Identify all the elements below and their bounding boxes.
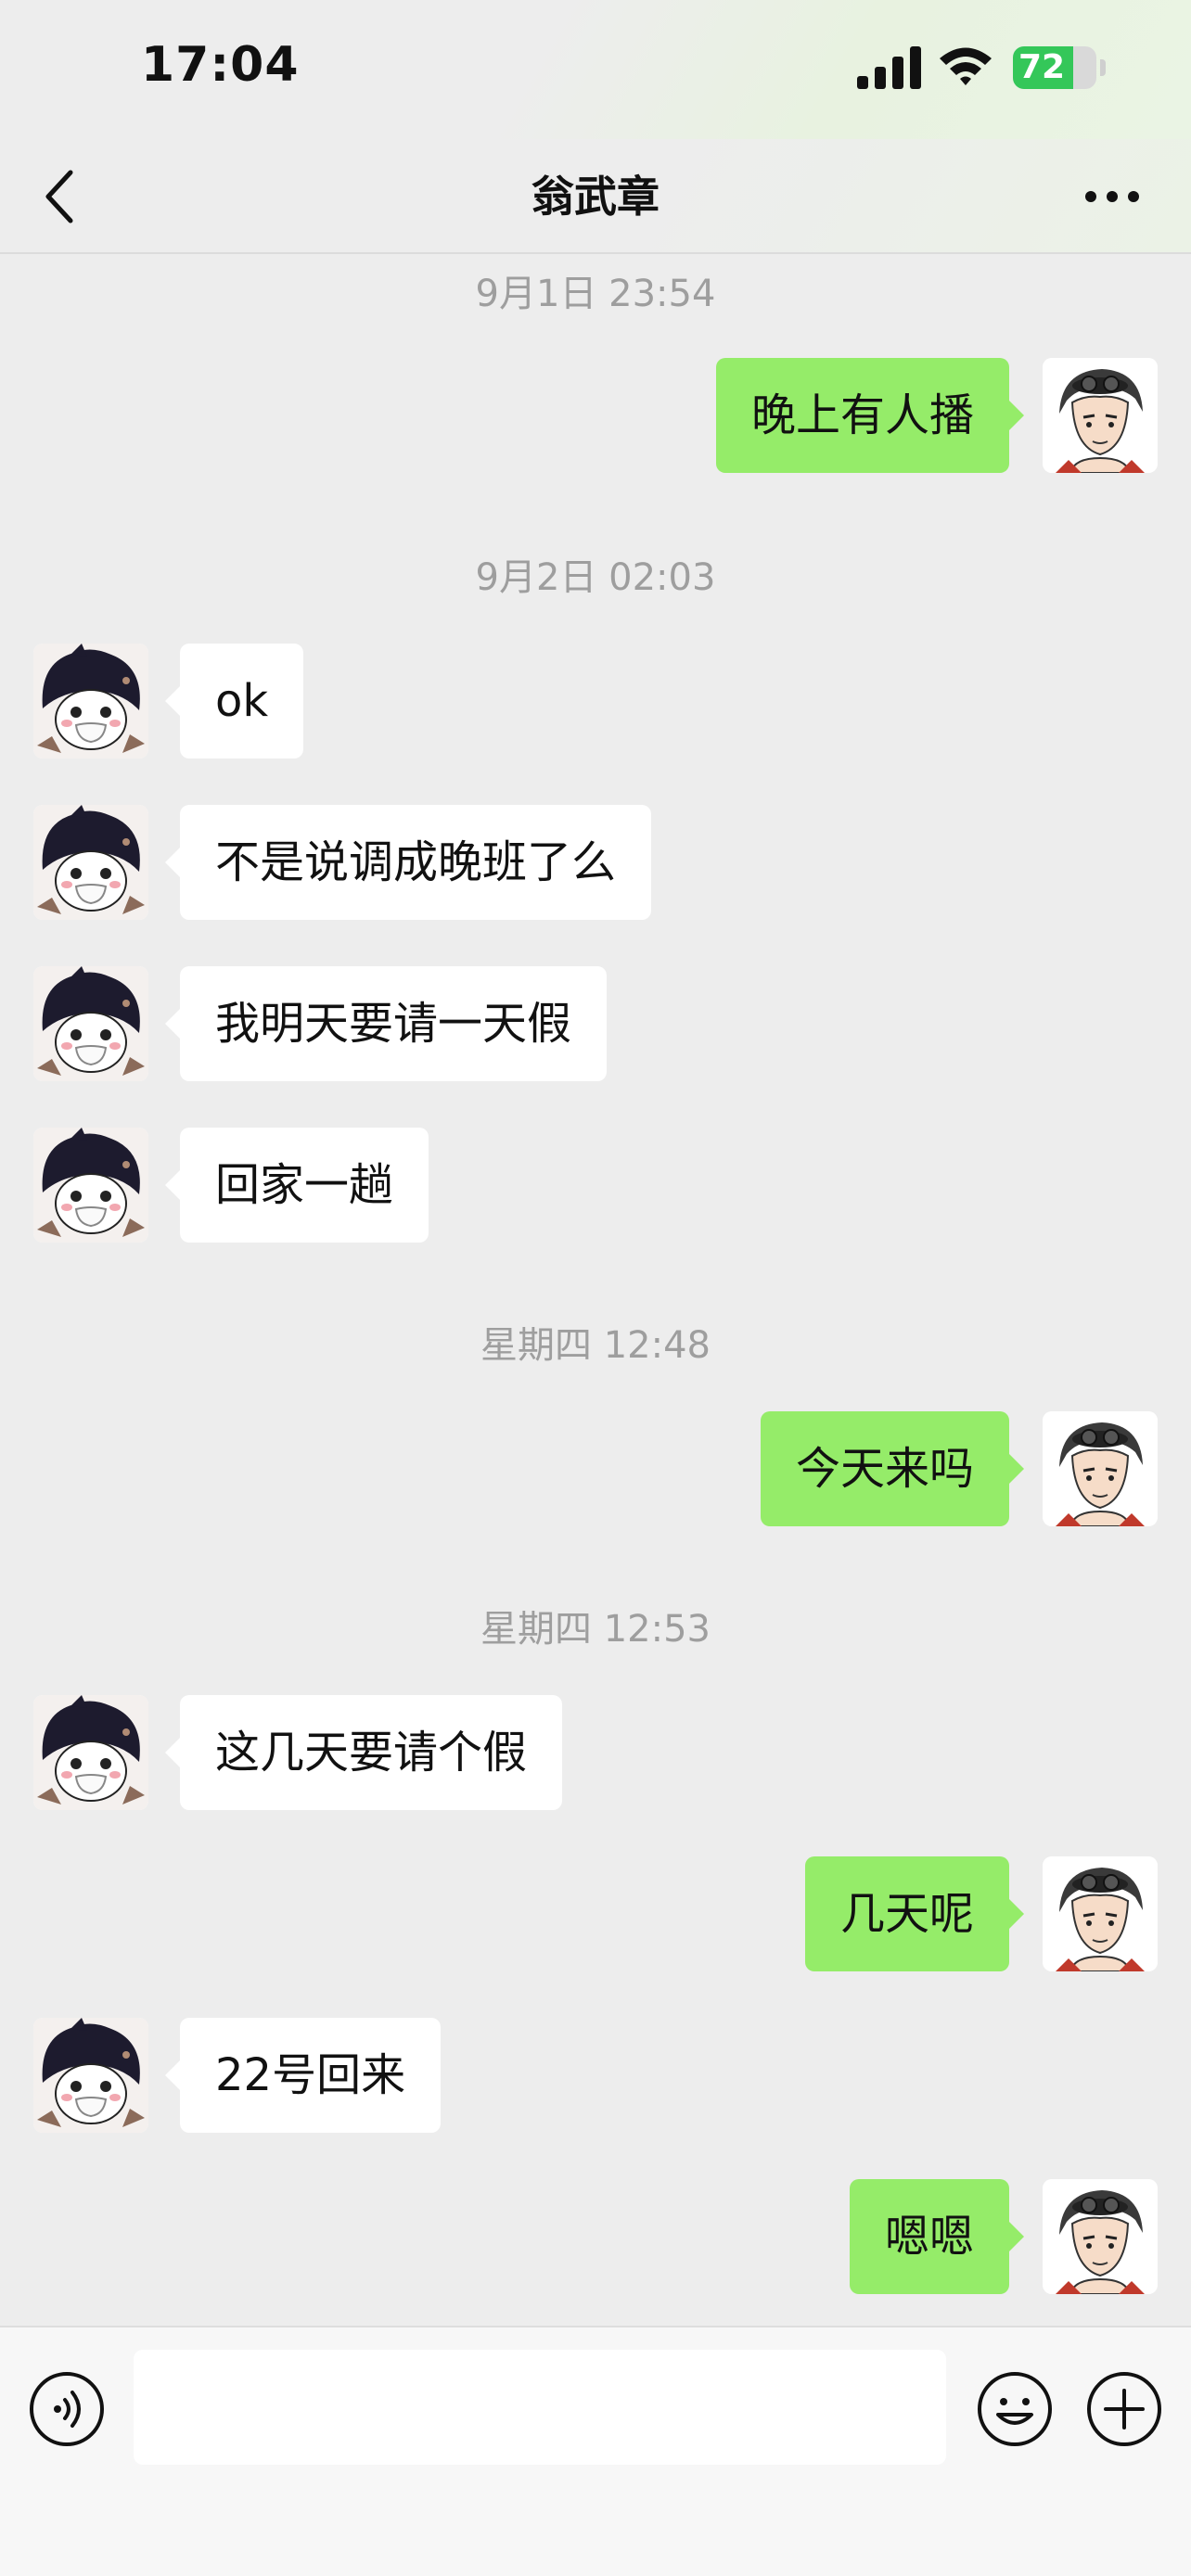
battery-level: 72 bbox=[1018, 48, 1066, 86]
timestamp: 9月1日 23:54 bbox=[475, 273, 716, 315]
message-incoming: ok bbox=[0, 644, 1191, 759]
message-bubble[interactable]: 不是说调成晚班了么 bbox=[164, 805, 652, 920]
avatar-self[interactable] bbox=[1043, 1411, 1158, 1526]
message-outgoing: 今天来吗 bbox=[0, 1411, 1191, 1526]
avatar-contact[interactable] bbox=[33, 644, 148, 759]
avatar-man-icon bbox=[1043, 1411, 1158, 1526]
avatar-man-icon bbox=[1043, 358, 1158, 473]
message-list[interactable]: 9月1日 23:54 晚上有人播 9月2日 02:03 ok 不是说调成晚班了么… bbox=[0, 254, 1191, 2326]
avatar-masked-character-icon bbox=[33, 1695, 148, 1810]
avatar-masked-character-icon bbox=[33, 644, 148, 759]
message-incoming: 我明天要请一天假 bbox=[0, 966, 1191, 1081]
plus-icon[interactable] bbox=[1085, 2370, 1163, 2448]
avatar-man-icon bbox=[1043, 1856, 1158, 1971]
input-bar bbox=[0, 2326, 1191, 2576]
message-bubble[interactable]: 今天来吗 bbox=[760, 1411, 1025, 1526]
timestamp: 星期四 12:48 bbox=[480, 1324, 711, 1367]
message-bubble[interactable]: 嗯嗯 bbox=[849, 2179, 1025, 2294]
message-incoming: 回家一趟 bbox=[0, 1128, 1191, 1243]
avatar-masked-character-icon bbox=[33, 966, 148, 1081]
message-bubble[interactable]: 几天呢 bbox=[804, 1856, 1025, 1971]
avatar-contact[interactable] bbox=[33, 1128, 148, 1243]
nav-bar: 翁武章 bbox=[0, 139, 1191, 254]
message-incoming: 22号回来 bbox=[0, 2018, 1191, 2133]
emoji-icon[interactable] bbox=[976, 2370, 1054, 2448]
more-dots-icon[interactable] bbox=[1083, 184, 1141, 210]
signal-icon bbox=[857, 46, 921, 89]
message-bubble[interactable]: 晚上有人播 bbox=[715, 358, 1025, 473]
avatar-contact[interactable] bbox=[33, 2018, 148, 2133]
message-outgoing: 嗯嗯 bbox=[0, 2179, 1191, 2294]
voice-icon[interactable] bbox=[28, 2370, 106, 2448]
message-bubble[interactable]: ok bbox=[164, 644, 304, 759]
message-outgoing: 晚上有人播 bbox=[0, 358, 1191, 473]
message-incoming: 不是说调成晚班了么 bbox=[0, 805, 1191, 920]
avatar-self[interactable] bbox=[1043, 2179, 1158, 2294]
message-bubble[interactable]: 22号回来 bbox=[164, 2018, 442, 2133]
wifi-icon bbox=[940, 47, 992, 85]
message-bubble[interactable]: 我明天要请一天假 bbox=[164, 966, 608, 1081]
timestamp: 星期四 12:53 bbox=[480, 1608, 711, 1651]
status-bar: 17:04 72 bbox=[0, 0, 1191, 139]
battery-cap bbox=[1100, 59, 1106, 76]
battery-icon: 72 bbox=[1013, 46, 1096, 89]
avatar-self[interactable] bbox=[1043, 358, 1158, 473]
avatar-self[interactable] bbox=[1043, 1856, 1158, 1971]
chat-title: 翁武章 bbox=[531, 172, 660, 222]
avatar-contact[interactable] bbox=[33, 966, 148, 1081]
avatar-man-icon bbox=[1043, 2179, 1158, 2294]
status-time: 17:04 bbox=[141, 37, 300, 93]
avatar-contact[interactable] bbox=[33, 1695, 148, 1810]
message-bubble[interactable]: 回家一趟 bbox=[164, 1128, 429, 1243]
avatar-contact[interactable] bbox=[33, 805, 148, 920]
avatar-masked-character-icon bbox=[33, 1128, 148, 1243]
message-bubble[interactable]: 这几天要请个假 bbox=[164, 1695, 563, 1810]
message-outgoing: 几天呢 bbox=[0, 1856, 1191, 1971]
message-input[interactable] bbox=[134, 2350, 946, 2465]
timestamp: 9月2日 02:03 bbox=[475, 556, 716, 599]
avatar-masked-character-icon bbox=[33, 805, 148, 920]
message-incoming: 这几天要请个假 bbox=[0, 1695, 1191, 1810]
avatar-masked-character-icon bbox=[33, 2018, 148, 2133]
